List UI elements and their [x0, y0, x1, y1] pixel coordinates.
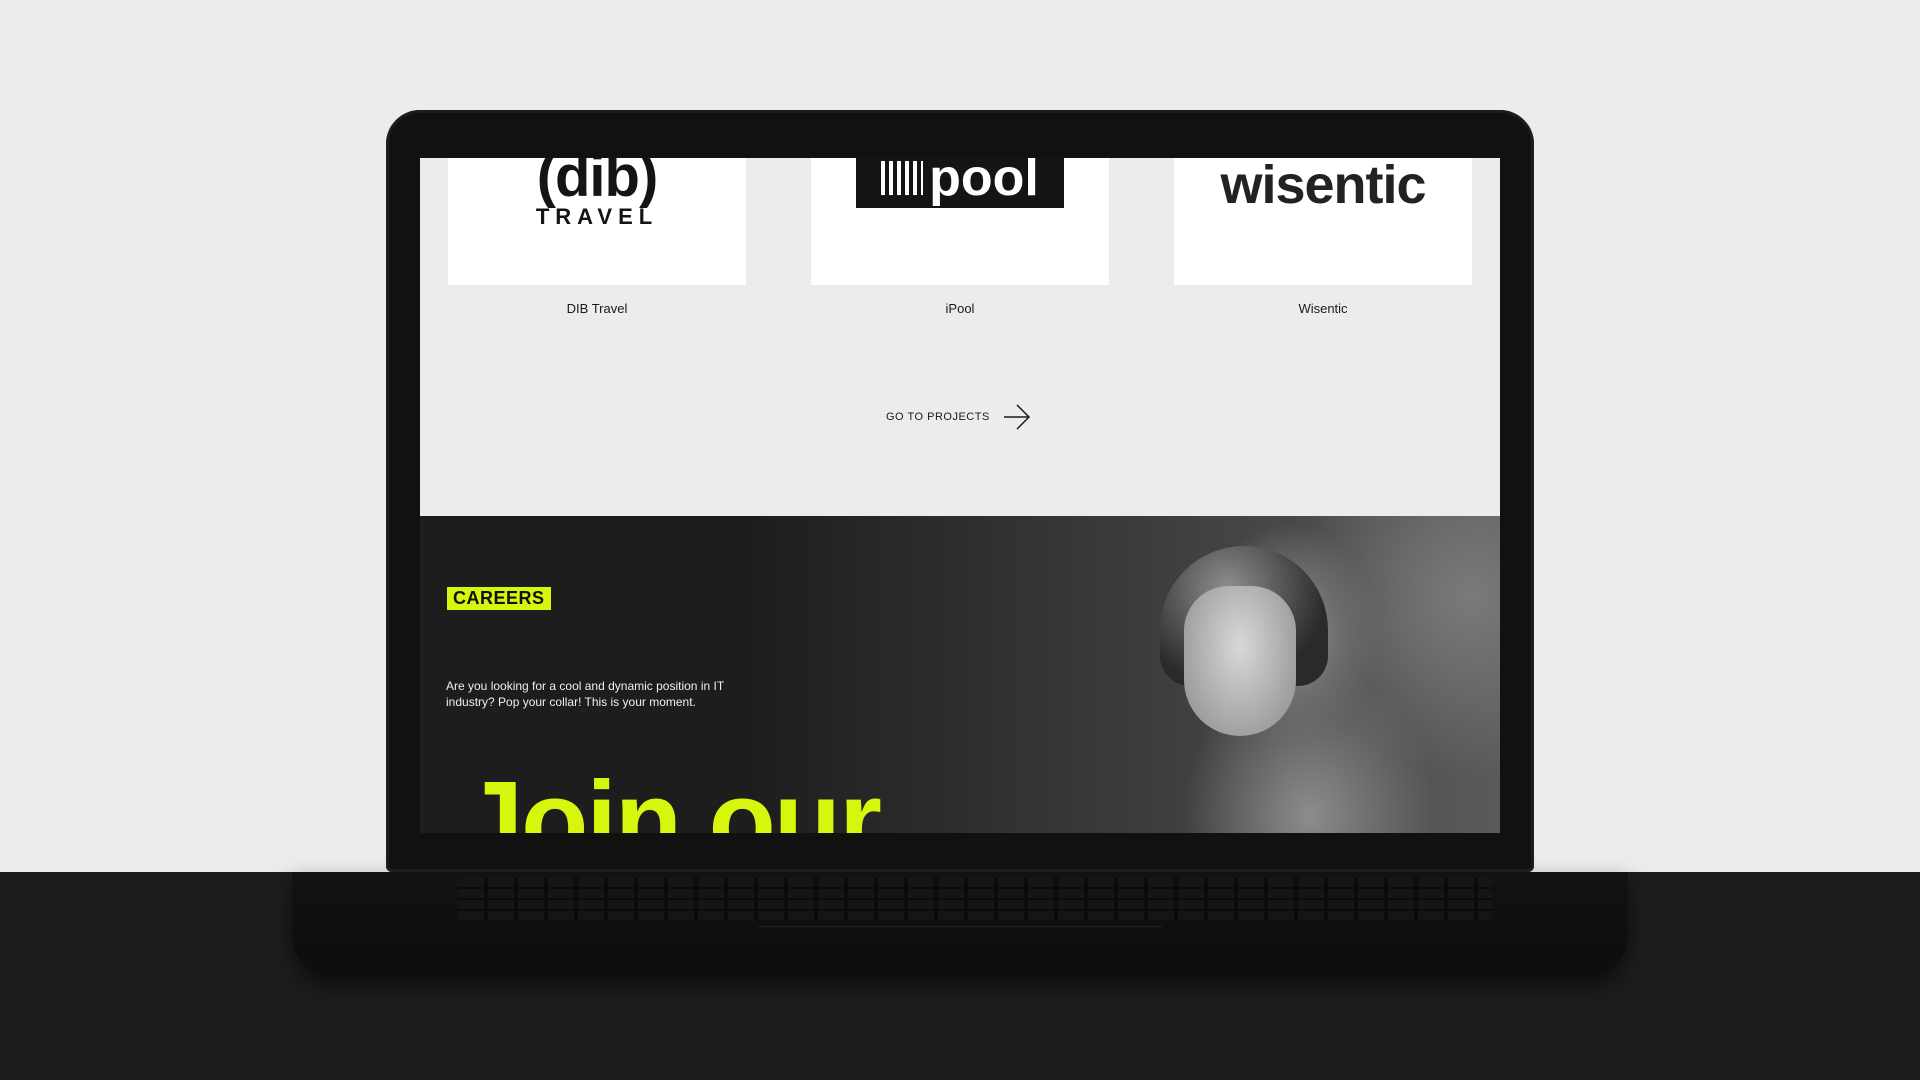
project-label-ipool[interactable]: iPool	[811, 301, 1109, 316]
project-card-dib-travel[interactable]: (dib) TRAVEL	[448, 158, 746, 285]
go-to-projects-link[interactable]: GO TO PROJECTS	[886, 402, 1032, 432]
laptop-screen: (dib) TRAVEL DIB Travel pool iPool wisen…	[420, 158, 1500, 833]
projects-section: (dib) TRAVEL DIB Travel pool iPool wisen…	[420, 158, 1500, 516]
project-label-wisentic[interactable]: Wisentic	[1174, 301, 1472, 316]
careers-section: CAREERS Are you looking for a cool and d…	[420, 516, 1500, 833]
laptop-keyboard	[458, 878, 1492, 920]
ipool-bars-icon	[881, 161, 924, 195]
dib-travel-logo: (dib) TRAVEL	[535, 158, 659, 229]
careers-headline: Join our	[462, 759, 882, 834]
project-label-dib-travel[interactable]: DIB Travel	[448, 301, 746, 316]
go-to-projects-label: GO TO PROJECTS	[886, 411, 990, 423]
arrow-right-icon	[1003, 404, 1030, 430]
ipool-logo: pool	[856, 158, 1064, 208]
careers-description: Are you looking for a cool and dynamic p…	[446, 679, 724, 709]
wisentic-logo: wisentic	[1220, 158, 1426, 215]
laptop-trackpad	[758, 926, 1162, 957]
project-card-wisentic[interactable]: wisentic	[1174, 158, 1472, 285]
careers-badge: CAREERS	[447, 587, 551, 610]
project-card-ipool[interactable]: pool	[811, 158, 1109, 285]
face-shape	[1184, 586, 1296, 736]
